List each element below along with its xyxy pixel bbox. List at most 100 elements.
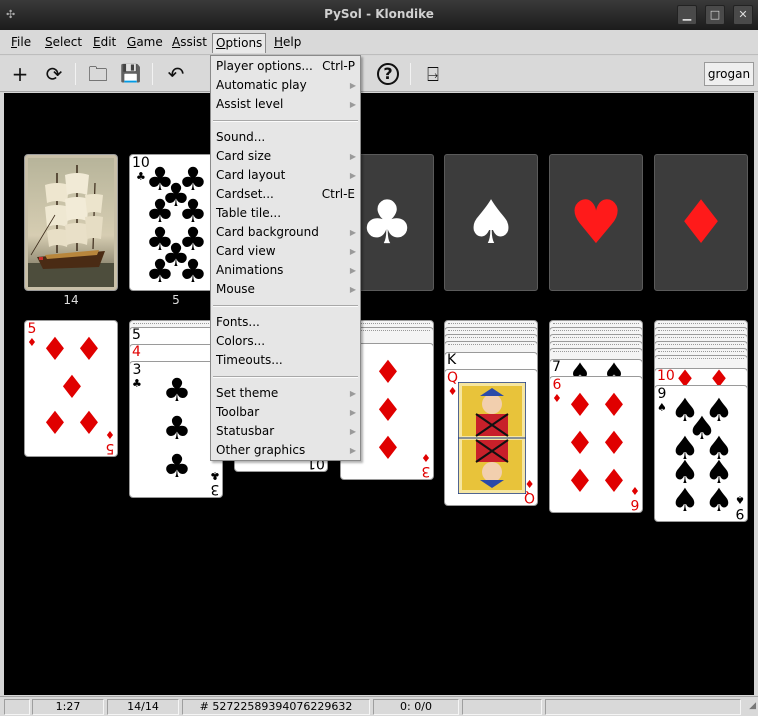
diamond-pip-icon: ♦ bbox=[599, 386, 629, 424]
card-corner: 5 bbox=[132, 327, 141, 343]
status-cell-empty bbox=[545, 699, 741, 715]
submenu-arrow-icon: ▶ bbox=[349, 81, 356, 90]
toolbar: + ⟳ 🗀 💾 ↶ ? ⍈ grogan bbox=[0, 56, 758, 92]
tableau-6-card[interactable]: 6 ♦ 6 ♦ ♦ ♦ ♦ ♦ ♦ ♦ bbox=[549, 376, 643, 513]
menu-select[interactable]: Select bbox=[42, 33, 85, 53]
close-button[interactable]: ✕ bbox=[733, 5, 753, 25]
menu-item-other-graphics[interactable]: Other graphics ▶ bbox=[211, 441, 360, 460]
toolbar-separator bbox=[75, 63, 76, 85]
tableau-2-card[interactable]: 3 ♣ 3 ♣ ♣ ♣ ♣ bbox=[129, 361, 223, 498]
menu-item-mouse[interactable]: Mouse ▶ bbox=[211, 280, 360, 299]
restart-icon[interactable]: ⟳ bbox=[41, 61, 67, 87]
submenu-arrow-icon: ▶ bbox=[349, 266, 356, 275]
ship-card-back-icon bbox=[28, 158, 114, 287]
menu-item-statusbar[interactable]: Statusbar ▶ bbox=[211, 422, 360, 441]
menu-file[interactable]: File bbox=[8, 33, 34, 53]
diamond-pip-icon: ♦ bbox=[373, 391, 403, 429]
tableau-1-card[interactable]: 5 ♦ 5 ♦ ♦ ♦ ♦ ♦ ♦ bbox=[24, 320, 118, 457]
menu-item-colors[interactable]: Colors... bbox=[211, 332, 360, 351]
foundation-spades[interactable]: ♠ bbox=[444, 154, 538, 291]
card-corner: 3 ♣ bbox=[132, 362, 142, 390]
menu-item-fonts[interactable]: Fonts... bbox=[211, 313, 360, 332]
maximize-button[interactable]: □ bbox=[705, 5, 725, 25]
card-corner: 3 ♣ bbox=[210, 469, 220, 497]
diamond-pip-icon: ♦ bbox=[40, 330, 70, 368]
status-moves: 0: 0/0 bbox=[373, 699, 459, 715]
menu-item-card-size[interactable]: Card size ▶ bbox=[211, 147, 360, 166]
help-icon[interactable]: ? bbox=[377, 63, 399, 85]
submenu-arrow-icon: ▶ bbox=[349, 152, 356, 161]
spade-pip-icon: ♠ bbox=[670, 481, 700, 519]
diamond-pip-icon: ♦ bbox=[565, 462, 595, 500]
submenu-arrow-icon: ▶ bbox=[349, 427, 356, 436]
menu-item-card-layout[interactable]: Card layout ▶ bbox=[211, 166, 360, 185]
tableau-5-card[interactable]: Q ♦ Q ♦ bbox=[444, 369, 538, 506]
game-table: 14 10 ♣ ♣ ♣ ♣ ♣ ♣ ♣ ♣ ♣ ♣ ♣ 5 ♣ ♠ ♥ ♦ 5 ♦ … bbox=[4, 93, 754, 695]
menu-item-automatic-play[interactable]: Automatic play ▶ bbox=[211, 76, 360, 95]
card-corner: 6 ♦ bbox=[552, 377, 562, 405]
diamond-pip-icon: ♦ bbox=[74, 404, 104, 442]
undo-icon[interactable]: ↶ bbox=[163, 61, 189, 87]
options-menu: Player options... Ctrl-P Automatic play ▶ … bbox=[210, 55, 361, 461]
submenu-arrow-icon: ▶ bbox=[349, 247, 356, 256]
new-game-icon[interactable]: + bbox=[7, 61, 33, 87]
diamond-pip-icon: ♦ bbox=[565, 386, 595, 424]
diamond-pip-icon: ♦ bbox=[373, 429, 403, 467]
minimize-button[interactable]: ▁ bbox=[677, 5, 697, 25]
menu-game[interactable]: Game bbox=[124, 33, 166, 53]
menu-item-sound[interactable]: Sound... bbox=[211, 128, 360, 147]
open-folder-icon[interactable]: 🗀 bbox=[85, 61, 111, 87]
foundation-diamonds[interactable]: ♦ bbox=[654, 154, 748, 291]
queen-face-icon bbox=[458, 382, 526, 494]
club-pip-icon: ♣ bbox=[162, 371, 192, 409]
menu-item-table-tile[interactable]: Table tile... bbox=[211, 204, 360, 223]
status-bar: 1:27 14/14 # 52722589394076229632 0: 0/0… bbox=[0, 696, 758, 716]
quit-door-icon[interactable]: ⍈ bbox=[420, 61, 446, 87]
resize-grip-icon[interactable]: ◢ bbox=[749, 701, 756, 711]
submenu-arrow-icon: ▶ bbox=[349, 100, 356, 109]
status-cards: 14/14 bbox=[107, 699, 179, 715]
submenu-arrow-icon: ▶ bbox=[349, 285, 356, 294]
menu-item-timeouts[interactable]: Timeouts... bbox=[211, 351, 360, 370]
menu-item-toolbar[interactable]: Toolbar ▶ bbox=[211, 403, 360, 422]
diamond-pip-icon: ♦ bbox=[373, 353, 403, 391]
diamond-pip-icon: ♦ bbox=[599, 424, 629, 462]
club-pip-icon: ♣ bbox=[178, 252, 208, 290]
menu-item-assist-level[interactable]: Assist level ▶ bbox=[211, 95, 360, 114]
tableau-7-card[interactable]: 9 ♠ 9 ♠ ♠ ♠ ♠ ♠ ♠ ♠ ♠ ♠ ♠ bbox=[654, 385, 748, 522]
menu-item-animations[interactable]: Animations ▶ bbox=[211, 261, 360, 280]
menu-options[interactable]: Options bbox=[212, 33, 267, 53]
card-corner: K bbox=[447, 352, 457, 368]
waste-pile[interactable]: 10 ♣ ♣ ♣ ♣ ♣ ♣ ♣ ♣ ♣ ♣ ♣ bbox=[129, 154, 223, 291]
foundation-hearts[interactable]: ♥ bbox=[549, 154, 643, 291]
status-time: 1:27 bbox=[32, 699, 104, 715]
menu-item-card-background[interactable]: Card background ▶ bbox=[211, 223, 360, 242]
card-corner: 6 ♦ bbox=[630, 484, 640, 512]
menu-assist[interactable]: Assist bbox=[169, 33, 210, 53]
player-name[interactable]: grogan bbox=[704, 62, 754, 86]
stock-pile[interactable] bbox=[24, 154, 118, 291]
submenu-arrow-icon: ▶ bbox=[349, 408, 356, 417]
title-bar: ✣ PySol - Klondike ▁ □ ✕ bbox=[0, 0, 758, 30]
spade-pip-icon: ♠ bbox=[704, 481, 734, 519]
diamond-pip-icon: ♦ bbox=[565, 424, 595, 462]
menu-help[interactable]: Help bbox=[271, 33, 304, 53]
menu-separator bbox=[213, 305, 358, 307]
waste-count: 5 bbox=[172, 293, 180, 307]
menu-item-player-options[interactable]: Player options... Ctrl-P bbox=[211, 57, 360, 76]
card-corner: 4 bbox=[132, 344, 141, 360]
menu-item-cardset[interactable]: Cardset... Ctrl-E bbox=[211, 185, 360, 204]
toolbar-separator bbox=[152, 63, 153, 85]
menu-item-set-theme[interactable]: Set theme ▶ bbox=[211, 384, 360, 403]
card-corner: 7 bbox=[552, 359, 561, 375]
diamond-pip-icon: ♦ bbox=[74, 330, 104, 368]
submenu-arrow-icon: ▶ bbox=[349, 171, 356, 180]
card-corner: 5 ♦ bbox=[27, 321, 37, 349]
menu-bar: File Select Edit Game Assist Options Hel… bbox=[0, 30, 758, 55]
card-corner: 5 ♦ bbox=[105, 428, 115, 456]
menu-edit[interactable]: Edit bbox=[90, 33, 119, 53]
card-corner: 9 ♠ bbox=[735, 493, 745, 521]
menu-item-card-view[interactable]: Card view ▶ bbox=[211, 242, 360, 261]
save-icon[interactable]: 💾 bbox=[118, 61, 144, 87]
club-pip-icon: ♣ bbox=[145, 252, 175, 290]
